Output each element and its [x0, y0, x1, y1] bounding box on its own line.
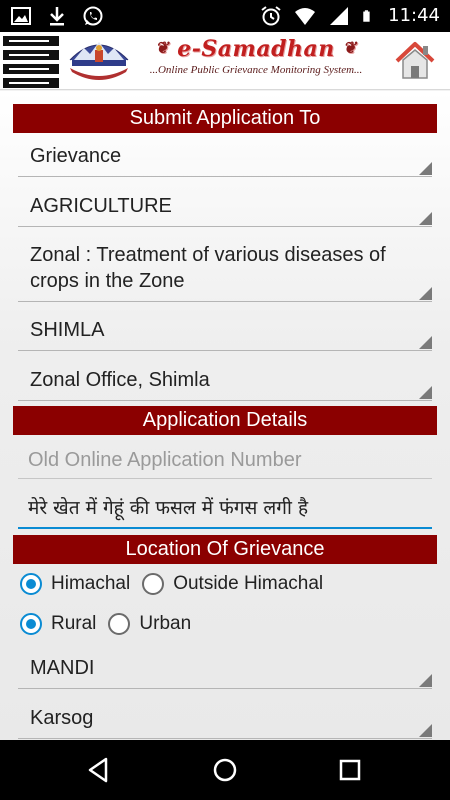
image-icon [11, 7, 31, 25]
alarm-icon [261, 6, 281, 26]
whatsapp-icon [83, 6, 103, 26]
battery-icon [363, 10, 370, 22]
radio-label: Urban [139, 613, 192, 634]
department-dropdown[interactable]: AGRICULTURE [18, 193, 432, 227]
office-dropdown[interactable]: Zonal Office, Shimla [18, 367, 432, 401]
grievance-type-value: Grievance [30, 145, 122, 167]
grievance-type-dropdown[interactable]: Grievance [18, 143, 432, 177]
radio-button-unchecked[interactable] [108, 613, 131, 635]
radio-outside-himachal[interactable]: Outside Himachal [142, 573, 323, 595]
form-content[interactable]: Submit Application To Grievance AGRICULT… [0, 91, 450, 740]
ornament-right-icon: ❦ [342, 38, 357, 57]
section-header-location: Location Of Grievance [13, 535, 437, 564]
home-nav-icon[interactable] [210, 755, 240, 785]
navigation-bar [0, 740, 450, 800]
dropdown-arrow-icon [419, 724, 432, 737]
home-icon[interactable] [394, 40, 436, 82]
radio-urban[interactable]: Urban [108, 613, 191, 635]
status-bar: 11:44 [0, 0, 450, 32]
dropdown-arrow-icon [419, 287, 432, 300]
ornament-left-icon: ❦ [155, 38, 170, 57]
app-header: ❦ e-Samadhan ❦ ...Online Public Grievanc… [0, 32, 450, 90]
radio-label: Rural [51, 613, 97, 634]
grievance-description-input[interactable]: मेरे खेत में गेहूं की फसल में फंगस लगी ह… [18, 493, 432, 529]
back-icon[interactable] [84, 755, 114, 785]
clock: 11:44 [388, 5, 440, 26]
radio-button-checked[interactable] [20, 613, 42, 635]
wifi-icon [295, 8, 316, 25]
brand-logo: ❦ e-Samadhan ❦ ...Online Public Grievanc… [136, 36, 376, 86]
old-application-number-input[interactable]: Old Online Application Number [18, 445, 432, 479]
radio-label: Outside Himachal [173, 573, 324, 594]
area-radio-group: Rural Urban [20, 613, 203, 635]
radio-rural[interactable]: Rural [20, 613, 96, 635]
block-dropdown[interactable]: Karsog [18, 705, 432, 739]
dropdown-arrow-icon [419, 674, 432, 687]
radio-button-checked[interactable] [20, 573, 42, 595]
location-district-dropdown[interactable]: MANDI [18, 655, 432, 689]
radio-himachal[interactable]: Himachal [20, 573, 130, 595]
region-radio-group: Himachal Outside Himachal [20, 573, 335, 595]
district-dropdown[interactable]: SHIMLA [18, 317, 432, 351]
subject-value: Zonal : Treatment of various diseases of… [30, 244, 386, 292]
district-value: SHIMLA [30, 319, 105, 341]
subject-dropdown[interactable]: Zonal : Treatment of various diseases of… [18, 242, 432, 302]
signal-icon [330, 7, 349, 25]
dropdown-arrow-icon [419, 386, 432, 399]
download-icon [50, 7, 64, 26]
dropdown-arrow-icon [419, 162, 432, 175]
dropdown-arrow-icon [419, 212, 432, 225]
menu-button[interactable] [3, 34, 59, 88]
brand-subtitle: ...Online Public Grievance Monitoring Sy… [149, 64, 363, 76]
department-value: AGRICULTURE [30, 195, 172, 217]
office-value: Zonal Office, Shimla [30, 369, 210, 391]
radio-button-unchecked[interactable] [142, 573, 165, 595]
section-header-application-details: Application Details [13, 406, 437, 435]
brand-title: e-Samadhan [177, 36, 335, 62]
radio-label: Himachal [51, 573, 131, 594]
dropdown-arrow-icon [419, 336, 432, 349]
recents-icon[interactable] [335, 755, 365, 785]
himachal-emblem-logo [69, 42, 129, 80]
block-value: Karsog [30, 707, 94, 729]
location-district-value: MANDI [30, 657, 95, 679]
section-header-submit-to: Submit Application To [13, 104, 437, 133]
